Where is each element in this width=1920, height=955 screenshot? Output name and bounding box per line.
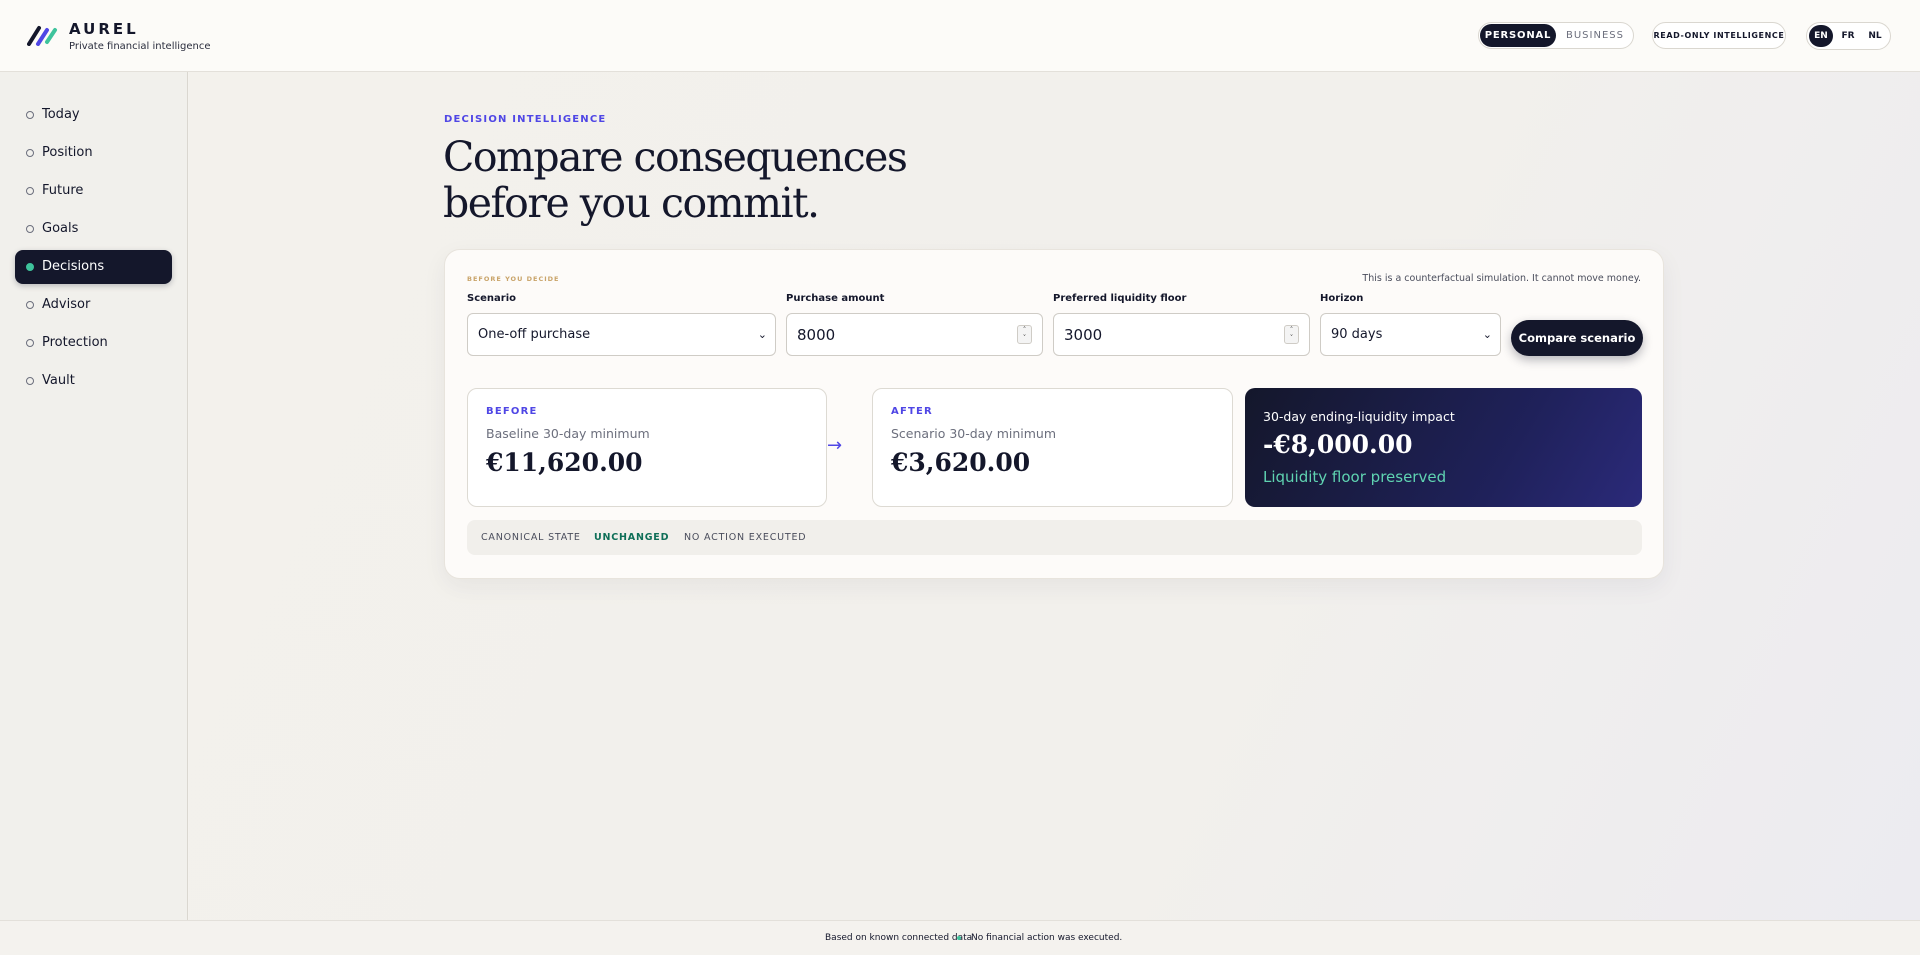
canonical-state-status: UNCHANGED xyxy=(594,532,670,543)
liquidity-impact-panel: 30-day ending-liquidity impact -€8,000.0… xyxy=(1245,388,1642,507)
horizon-label: Horizon xyxy=(1320,293,1364,304)
page-title: Compare consequences before you commit. xyxy=(443,134,1043,226)
nav-dot-icon xyxy=(26,377,34,385)
impact-title: 30-day ending-liquidity impact xyxy=(1263,409,1455,424)
sidebar-item-decisions[interactable]: Decisions xyxy=(15,250,172,284)
aurel-logo-icon xyxy=(27,26,57,46)
mode-business-button[interactable]: BUSINESS xyxy=(1559,24,1631,47)
number-stepper-icon[interactable]: ˄ ˅ xyxy=(1284,325,1299,344)
after-value: €3,620.00 xyxy=(891,448,1031,477)
language-nl-button[interactable]: NL xyxy=(1863,25,1887,47)
scenario-select[interactable]: One-off purchase ⌄ xyxy=(467,313,776,356)
before-value: €11,620.00 xyxy=(486,448,643,477)
scenario-label: Scenario xyxy=(467,293,517,304)
no-action-label: NO ACTION EXECUTED xyxy=(684,532,807,543)
footer: Based on known connected data No financi… xyxy=(0,920,1920,955)
scenario-card: BEFORE YOU DECIDE This is a counterfactu… xyxy=(444,249,1664,579)
horizon-value: 90 days xyxy=(1331,327,1383,342)
purchase-amount-value: 8000 xyxy=(797,326,836,344)
page-title-line-1: Compare consequences xyxy=(443,133,908,181)
liquidity-floor-value: 3000 xyxy=(1064,326,1103,344)
nav-dot-icon xyxy=(26,187,34,195)
sidebar-item-label: Advisor xyxy=(42,297,91,312)
impact-note: Liquidity floor preserved xyxy=(1263,468,1447,486)
scenario-value: One-off purchase xyxy=(478,327,591,342)
sidebar-item-position[interactable]: Position xyxy=(15,136,172,170)
mode-switch: PERSONAL BUSINESS xyxy=(1478,22,1634,49)
language-switch: EN FR NL xyxy=(1806,22,1891,50)
before-subtitle: Baseline 30-day minimum xyxy=(486,426,650,441)
purchase-amount-input[interactable]: 8000 ˄ ˅ xyxy=(786,313,1043,356)
nav-dot-icon xyxy=(26,339,34,347)
liquidity-floor-label: Preferred liquidity floor xyxy=(1053,293,1187,304)
sidebar: Today Position Future Goals Decisions Ad… xyxy=(0,72,188,920)
language-en-button[interactable]: EN xyxy=(1809,25,1833,47)
impact-value: -€8,000.00 xyxy=(1263,430,1413,459)
purchase-amount-label: Purchase amount xyxy=(786,293,885,304)
sidebar-item-label: Decisions xyxy=(42,259,105,274)
after-tag: AFTER xyxy=(891,406,933,417)
compare-scenario-button[interactable]: Compare scenario xyxy=(1511,320,1643,356)
top-header: AUREL Private financial intelligence PER… xyxy=(0,0,1920,72)
footer-dot-icon xyxy=(957,936,961,940)
section-eyebrow: DECISION INTELLIGENCE xyxy=(444,114,607,125)
after-subtitle: Scenario 30-day minimum xyxy=(891,426,1057,441)
canonical-state-label: CANONICAL STATE xyxy=(481,532,581,543)
canonical-state-bar: CANONICAL STATE UNCHANGED NO ACTION EXEC… xyxy=(467,520,1642,555)
brand-name: AUREL xyxy=(69,20,139,38)
card-eyebrow: BEFORE YOU DECIDE xyxy=(467,275,560,283)
sidebar-item-label: Protection xyxy=(42,335,108,350)
read-only-intelligence-badge[interactable]: READ-ONLY INTELLIGENCE xyxy=(1652,22,1786,49)
page-title-line-2: before you commit. xyxy=(443,179,820,227)
footer-data-note: Based on known connected data xyxy=(825,933,973,943)
sidebar-item-protection[interactable]: Protection xyxy=(15,326,172,360)
sidebar-item-future[interactable]: Future xyxy=(15,174,172,208)
arrow-right-icon: → xyxy=(827,435,843,456)
before-result: BEFORE Baseline 30-day minimum €11,620.0… xyxy=(467,388,827,507)
sidebar-item-advisor[interactable]: Advisor xyxy=(15,288,172,322)
footer-action-note: No financial action was executed. xyxy=(971,933,1123,943)
mode-personal-button[interactable]: PERSONAL xyxy=(1480,24,1556,47)
before-tag: BEFORE xyxy=(486,406,538,417)
horizon-select[interactable]: 90 days ⌄ xyxy=(1320,313,1501,356)
sidebar-item-label: Goals xyxy=(42,221,79,236)
sidebar-item-label: Today xyxy=(42,107,80,122)
sidebar-item-goals[interactable]: Goals xyxy=(15,212,172,246)
nav-dot-icon xyxy=(26,301,34,309)
chevron-down-icon: ⌄ xyxy=(1482,328,1492,341)
simulation-disclaimer: This is a counterfactual simulation. It … xyxy=(1362,273,1641,284)
liquidity-floor-input[interactable]: 3000 ˄ ˅ xyxy=(1053,313,1310,356)
sidebar-item-label: Position xyxy=(42,145,93,160)
nav-dot-icon xyxy=(26,225,34,233)
sidebar-item-label: Vault xyxy=(42,373,75,388)
nav-dot-icon xyxy=(26,149,34,157)
sidebar-item-today[interactable]: Today xyxy=(15,98,172,132)
nav-dot-icon xyxy=(26,111,34,119)
sidebar-item-vault[interactable]: Vault xyxy=(15,364,172,398)
sidebar-item-label: Future xyxy=(42,183,84,198)
number-stepper-icon[interactable]: ˄ ˅ xyxy=(1017,325,1032,344)
brand-tagline: Private financial intelligence xyxy=(69,41,211,52)
nav-dot-icon xyxy=(26,263,34,271)
after-result: AFTER Scenario 30-day minimum €3,620.00 xyxy=(872,388,1233,507)
chevron-down-icon: ⌄ xyxy=(757,328,767,341)
language-fr-button[interactable]: FR xyxy=(1836,25,1860,47)
